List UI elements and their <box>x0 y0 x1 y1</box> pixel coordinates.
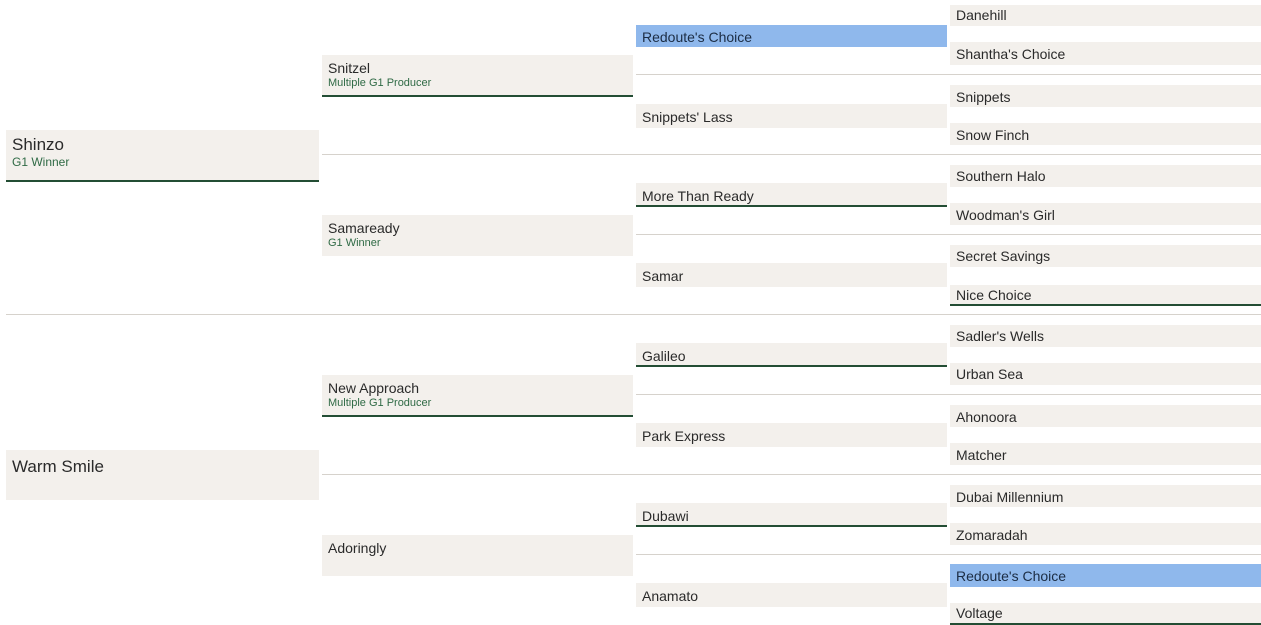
pedigree-dam-sire[interactable]: New Approach Multiple G1 Producer <box>322 375 633 417</box>
pedigree-gen4-8[interactable]: Nice Choice <box>950 285 1261 306</box>
horse-name: Nice Choice <box>956 287 1032 303</box>
horse-name: Zomaradah <box>956 527 1028 543</box>
horse-name: Secret Savings <box>956 248 1051 264</box>
horse-name: Matcher <box>956 447 1007 463</box>
separator-gen2-dam <box>322 474 1261 475</box>
pedigree-gen3-1[interactable]: Redoute's Choice <box>636 25 947 47</box>
horse-name: Redoute's Choice <box>956 568 1067 584</box>
horse-name: Snippets <box>956 89 1011 105</box>
pedigree-gen4-1[interactable]: Danehill <box>950 5 1261 26</box>
pedigree-gen4-7[interactable]: Secret Savings <box>950 245 1261 267</box>
horse-name: Park Express <box>642 428 726 444</box>
horse-name: Sadler's Wells <box>956 328 1044 344</box>
pedigree-gen3-4[interactable]: Samar <box>636 263 947 287</box>
horse-note: G1 Winner <box>328 237 381 249</box>
pedigree-sire[interactable]: Shinzo G1 Winner <box>6 130 319 182</box>
horse-name: Adoringly <box>328 540 387 556</box>
pedigree-gen4-4[interactable]: Snow Finch <box>950 123 1261 145</box>
horse-name: Southern Halo <box>956 168 1046 184</box>
horse-name: Dubai Millennium <box>956 489 1064 505</box>
pedigree-sire-sire[interactable]: Snitzel Multiple G1 Producer <box>322 55 633 97</box>
pedigree-dam-dam[interactable]: Adoringly <box>322 535 633 576</box>
pedigree-gen4-13[interactable]: Dubai Millennium <box>950 485 1261 507</box>
horse-name: Galileo <box>642 348 686 364</box>
pedigree-gen4-3[interactable]: Snippets <box>950 85 1261 107</box>
horse-name: Urban Sea <box>956 366 1023 382</box>
horse-name: Shantha's Choice <box>956 46 1066 62</box>
horse-name: Shinzo <box>12 135 64 154</box>
horse-name: Warm Smile <box>12 457 104 476</box>
pedigree-gen4-9[interactable]: Sadler's Wells <box>950 325 1261 347</box>
pedigree-gen3-8[interactable]: Anamato <box>636 583 947 607</box>
separator-gen2-sire <box>322 154 1261 155</box>
horse-name: More Than Ready <box>642 188 754 204</box>
horse-name: Danehill <box>956 7 1007 23</box>
pedigree-gen3-5[interactable]: Galileo <box>636 343 947 367</box>
separator-gen3 <box>636 394 1261 395</box>
pedigree-gen3-2[interactable]: Snippets' Lass <box>636 104 947 128</box>
separator-sire-dam <box>6 314 1261 315</box>
horse-name: Snitzel <box>328 60 371 76</box>
horse-note: G1 Winner <box>12 155 70 169</box>
separator-gen3 <box>636 74 1261 75</box>
horse-name: Redoute's Choice <box>642 29 753 45</box>
horse-name: Snippets' Lass <box>642 109 733 125</box>
horse-name: Samar <box>642 268 684 284</box>
horse-name: Anamato <box>642 588 699 604</box>
pedigree-gen4-10[interactable]: Urban Sea <box>950 363 1261 385</box>
horse-name: Ahonoora <box>956 409 1017 425</box>
pedigree-gen4-11[interactable]: Ahonoora <box>950 405 1261 427</box>
horse-name: Snow Finch <box>956 127 1030 143</box>
pedigree-gen4-14[interactable]: Zomaradah <box>950 523 1261 545</box>
horse-name: Samaready <box>328 220 400 236</box>
horse-name: Woodman's Girl <box>956 207 1055 223</box>
pedigree-sire-dam[interactable]: Samaready G1 Winner <box>322 215 633 256</box>
pedigree-gen4-5[interactable]: Southern Halo <box>950 165 1261 187</box>
horse-note: Multiple G1 Producer <box>328 77 432 89</box>
horse-name: New Approach <box>328 380 420 396</box>
separator-gen3 <box>636 554 1261 555</box>
pedigree-dam[interactable]: Warm Smile <box>6 450 319 500</box>
pedigree-gen4-6[interactable]: Woodman's Girl <box>950 203 1261 225</box>
pedigree-gen3-6[interactable]: Park Express <box>636 423 947 447</box>
pedigree-gen4-16[interactable]: Voltage <box>950 603 1261 625</box>
horse-name: Dubawi <box>642 508 689 524</box>
pedigree-gen3-7[interactable]: Dubawi <box>636 503 947 527</box>
separator-gen3 <box>636 234 1261 235</box>
pedigree-gen4-15[interactable]: Redoute's Choice <box>950 564 1261 587</box>
horse-name: Voltage <box>956 605 1003 621</box>
pedigree-gen3-3[interactable]: More Than Ready <box>636 183 947 207</box>
horse-note: Multiple G1 Producer <box>328 397 432 409</box>
pedigree-gen4-12[interactable]: Matcher <box>950 443 1261 465</box>
pedigree-gen4-2[interactable]: Shantha's Choice <box>950 42 1261 65</box>
